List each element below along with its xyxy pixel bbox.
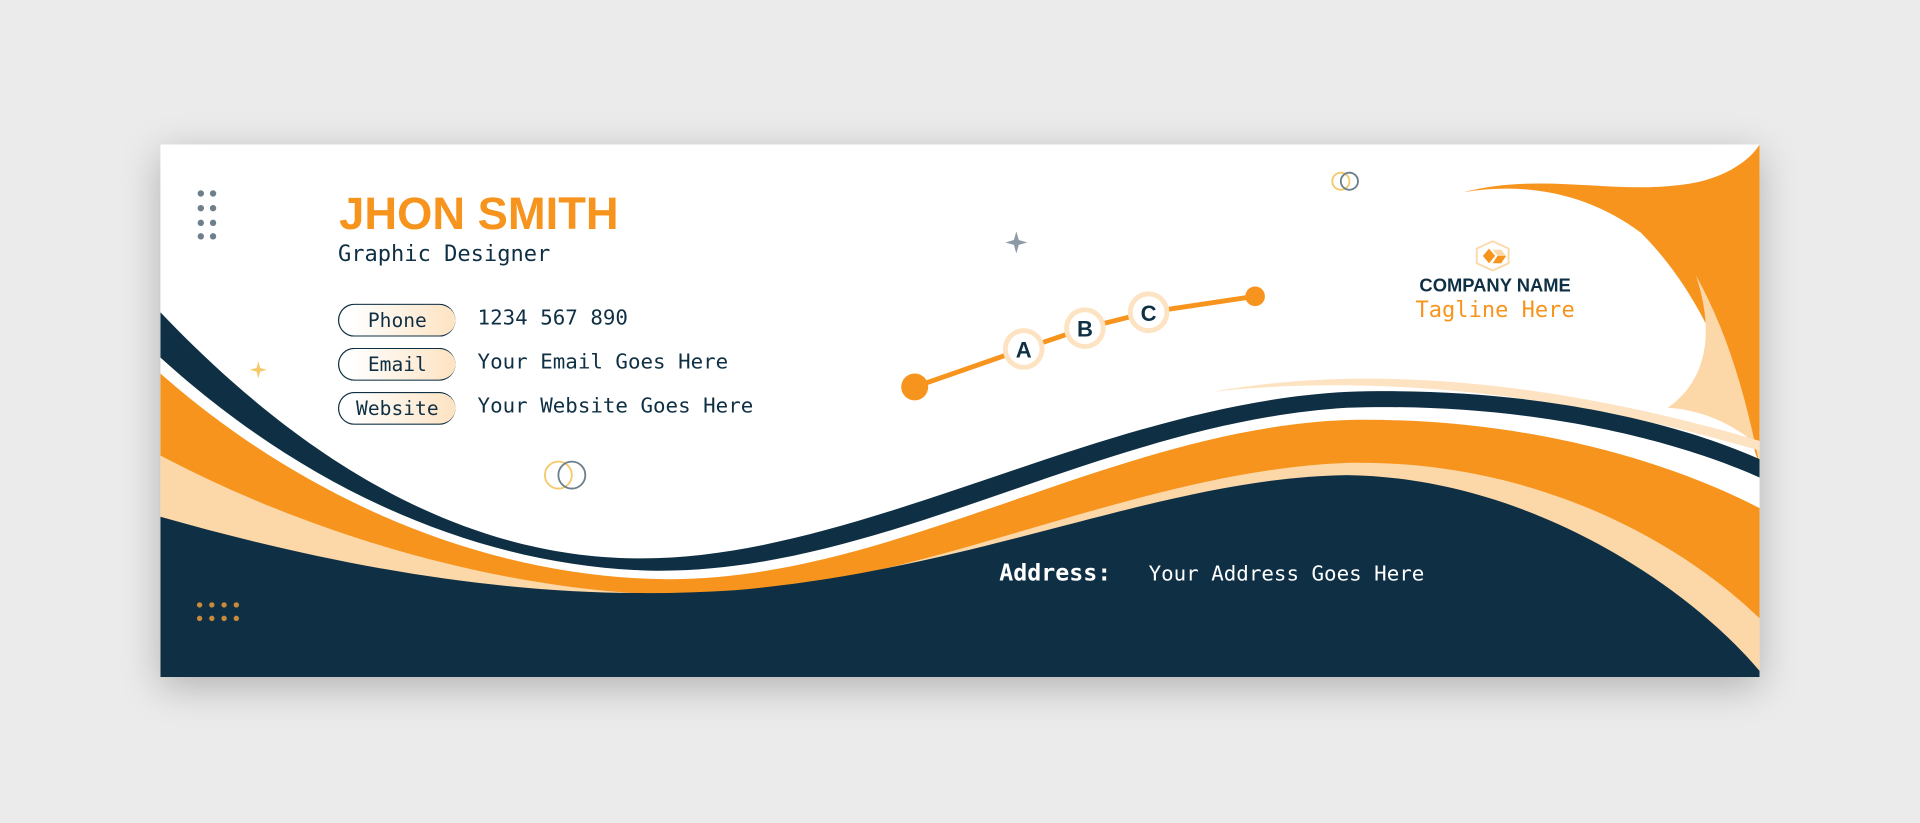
email-signature-stage: A B C JHON SMITH Graphic Designer Phone …	[0, 0, 1920, 823]
svg-text:A: A	[1016, 338, 1032, 363]
signature-artwork: A B C	[160, 144, 1760, 678]
phone-label-pill: Phone	[337, 303, 456, 337]
svg-text:B: B	[1077, 317, 1093, 342]
timeline-node-c: C	[1127, 291, 1170, 334]
phone-value[interactable]: 1234 567 890	[478, 306, 628, 330]
email-label-pill: Email	[337, 347, 456, 381]
hexagon-cube-logo-icon	[1475, 240, 1510, 272]
email-value[interactable]: Your Email Goes Here	[478, 350, 729, 374]
website-value[interactable]: Your Website Goes Here	[478, 394, 754, 418]
svg-text:C: C	[1141, 301, 1157, 326]
website-label-pill: Website	[337, 391, 456, 425]
company-tagline: Tagline Here	[1415, 297, 1575, 324]
company-name: COMPANY NAME	[1419, 275, 1571, 297]
timeline-node-b: B	[1064, 307, 1106, 349]
address-value: Your Address Goes Here	[1148, 562, 1425, 587]
timeline-node-a: A	[1002, 328, 1045, 370]
address-label: Address:	[999, 559, 1112, 587]
person-title: Graphic Designer	[337, 241, 551, 267]
person-name: JHON SMITH	[339, 188, 619, 239]
